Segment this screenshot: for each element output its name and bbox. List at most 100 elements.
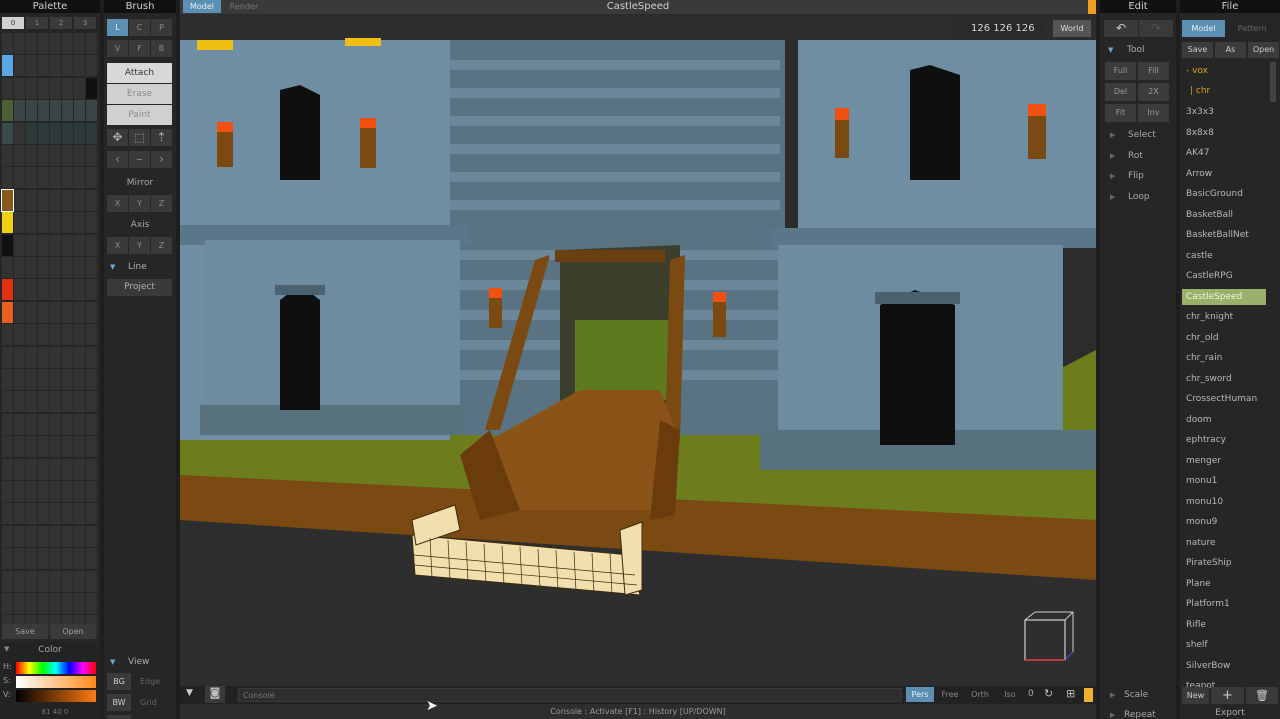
palette-cell[interactable] <box>2 369 13 390</box>
palette-cell[interactable] <box>38 413 49 435</box>
erase-mode-button[interactable]: Erase <box>107 84 172 104</box>
file-item[interactable]: ephtracy <box>1182 432 1266 448</box>
palette-cell[interactable] <box>86 257 97 278</box>
palette-cell[interactable] <box>50 301 61 323</box>
palette-cell[interactable] <box>14 33 25 54</box>
reset-view-icon[interactable]: ↻ <box>1044 687 1053 700</box>
palette-cell[interactable] <box>2 436 13 458</box>
palette-cell[interactable] <box>14 145 25 166</box>
view-value-grid[interactable]: Grid <box>140 698 157 707</box>
palette-cell[interactable] <box>14 570 25 592</box>
palette-cell[interactable] <box>50 369 61 390</box>
palette-cell[interactable] <box>26 301 37 323</box>
redo-icon[interactable]: ↷ <box>1139 20 1173 37</box>
mirror-y-button[interactable]: Y <box>129 195 150 212</box>
export-label[interactable]: Export <box>1180 708 1280 718</box>
palette-cell[interactable] <box>26 346 37 368</box>
palette-cell[interactable] <box>2 301 13 323</box>
fit-view-icon[interactable]: ⊞ <box>1066 687 1075 700</box>
palette-cell[interactable] <box>14 100 25 122</box>
projection-iso-button[interactable]: Iso <box>996 687 1024 702</box>
palette-cell[interactable] <box>38 100 49 122</box>
palette-cell[interactable] <box>86 55 97 77</box>
palette-cell[interactable] <box>14 301 25 323</box>
palette-cell[interactable] <box>86 525 97 547</box>
palette-cell[interactable] <box>86 570 97 592</box>
palette-cell[interactable] <box>2 167 13 189</box>
file-as-button[interactable]: As <box>1215 42 1246 58</box>
palette-cell[interactable] <box>50 234 61 256</box>
palette-cell[interactable] <box>62 369 73 390</box>
file-item[interactable]: 8x8x8 <box>1182 125 1266 141</box>
tool-del-button[interactable]: Del <box>1105 83 1136 101</box>
palette-cell[interactable] <box>50 593 61 614</box>
file-open-button[interactable]: Open <box>1248 42 1279 58</box>
tool-fill-button[interactable]: Fill <box>1138 62 1169 80</box>
palette-cell[interactable] <box>2 77 13 99</box>
palette-cell[interactable] <box>26 33 37 54</box>
palette-cell[interactable] <box>26 122 37 144</box>
palette-cell[interactable] <box>62 55 73 77</box>
palette-cell[interactable] <box>74 33 85 54</box>
palette-cell[interactable] <box>62 279 73 301</box>
palette-cell[interactable] <box>86 458 97 480</box>
palette-cell[interactable] <box>86 279 97 301</box>
palette-cell[interactable] <box>74 525 85 547</box>
palette-cell[interactable] <box>74 167 85 189</box>
palette-cell[interactable] <box>62 189 73 211</box>
palette-cell[interactable] <box>86 593 97 614</box>
mirror-z-button[interactable]: Z <box>151 195 172 212</box>
file-item[interactable]: nature <box>1182 535 1266 551</box>
saturation-slider[interactable] <box>16 676 96 688</box>
palette-cell[interactable] <box>62 77 73 99</box>
section-repeat-arrow-icon[interactable]: ▶ <box>1110 711 1115 719</box>
palette-cell[interactable] <box>86 122 97 144</box>
palette-cell[interactable] <box>26 593 37 614</box>
palette-cell[interactable] <box>38 77 49 99</box>
palette-cell[interactable] <box>38 503 49 525</box>
palette-cell[interactable] <box>86 413 97 435</box>
file-item[interactable]: monu1 <box>1182 473 1266 489</box>
palette-cell[interactable] <box>26 436 37 458</box>
palette-cell[interactable] <box>2 391 13 413</box>
palette-cell[interactable] <box>14 391 25 413</box>
console-dropdown-icon[interactable]: ▼ <box>186 688 193 698</box>
palette-cell[interactable] <box>74 100 85 122</box>
palette-cell[interactable] <box>26 189 37 211</box>
palette-cell[interactable] <box>38 234 49 256</box>
section-loop-arrow-icon[interactable]: ▶ <box>1110 193 1115 201</box>
palette-cell[interactable] <box>38 324 49 346</box>
palette-cell[interactable] <box>50 391 61 413</box>
palette-cell[interactable] <box>14 234 25 256</box>
palette-cell[interactable] <box>74 55 85 77</box>
palette-cell[interactable] <box>14 503 25 525</box>
palette-cell[interactable] <box>2 503 13 525</box>
palette-cell[interactable] <box>62 458 73 480</box>
palette-cell[interactable] <box>2 481 13 502</box>
palette-cell[interactable] <box>86 234 97 256</box>
axis-z-button[interactable]: Z <box>151 237 172 254</box>
axis-y-button[interactable]: Y <box>129 237 150 254</box>
palette-cell[interactable] <box>62 212 73 234</box>
extrude-arrow-icon[interactable]: ⇡ <box>151 129 172 146</box>
tab-file-model[interactable]: Model <box>1182 20 1225 37</box>
palette-cell[interactable] <box>38 346 49 368</box>
palette-cell[interactable] <box>38 391 49 413</box>
viewport[interactable]: Model Render CastleSpeed 126 126 126 Wor… <box>180 0 1096 719</box>
palette-cell[interactable] <box>38 436 49 458</box>
palette-cell[interactable] <box>14 122 25 144</box>
palette-cell[interactable] <box>26 369 37 390</box>
palette-cell[interactable] <box>26 324 37 346</box>
file-item[interactable]: chr_rain <box>1182 350 1266 366</box>
palette-tab-3[interactable]: 3 <box>74 17 96 29</box>
palette-cell[interactable] <box>38 279 49 301</box>
view-key-bg[interactable]: BG <box>107 673 131 690</box>
palette-open-button[interactable]: Open <box>50 624 96 639</box>
palette-cell[interactable] <box>50 189 61 211</box>
file-item[interactable]: castle <box>1182 248 1266 264</box>
palette-cell[interactable] <box>38 212 49 234</box>
palette-cell[interactable] <box>2 122 13 144</box>
palette-cell[interactable] <box>74 413 85 435</box>
palette-cell[interactable] <box>50 55 61 77</box>
minus-icon[interactable]: – <box>129 151 150 168</box>
